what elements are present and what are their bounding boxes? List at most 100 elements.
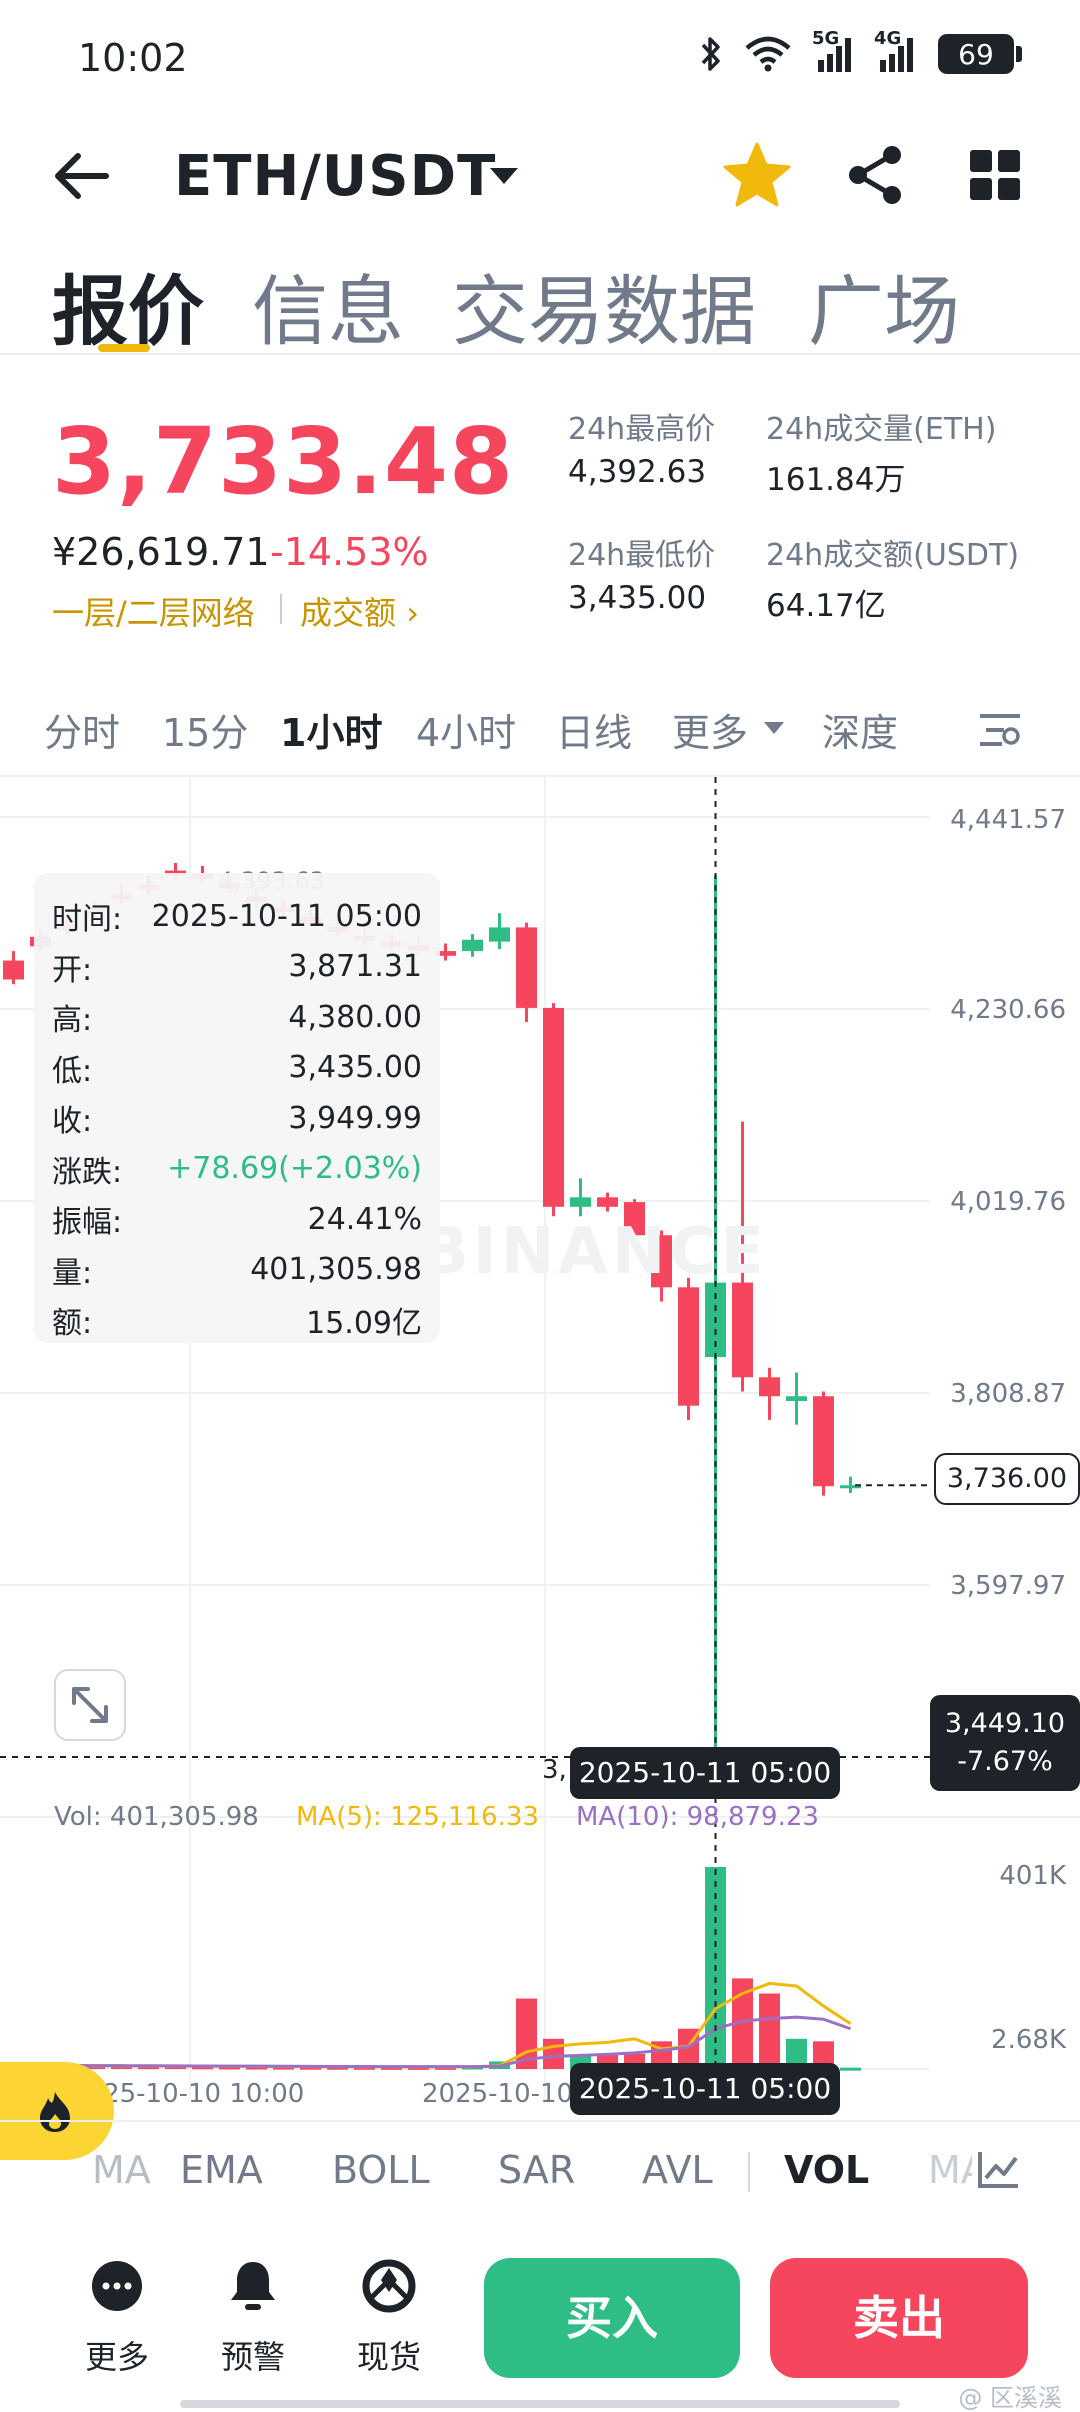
- indicator-sar[interactable]: SAR: [498, 2148, 575, 2192]
- star-icon[interactable]: [722, 140, 792, 210]
- candle-body: [813, 1396, 834, 1487]
- interval-time-share[interactable]: 分时: [44, 702, 120, 757]
- tab-underline: [98, 344, 150, 352]
- candle-body: [759, 1377, 780, 1397]
- vol-eth-value: 161.84万: [766, 462, 906, 498]
- wifi-icon: [744, 36, 792, 72]
- info-row-high: 高: 4,380.00: [52, 999, 422, 1039]
- price-block: 3,733.48 ¥26,619.71 -14.53% 一层/二层网络 成交额 …: [0, 360, 1080, 660]
- price-axis-label: 4,019.76: [950, 1187, 1066, 1217]
- change-percent: -14.53%: [270, 530, 429, 574]
- candle-body: [489, 927, 510, 942]
- candle-body: [732, 1282, 753, 1378]
- price-axis-label: 3,808.87: [950, 1379, 1066, 1409]
- tab-info[interactable]: 信息: [252, 250, 404, 360]
- candle-body: [678, 1287, 699, 1406]
- price-axis-label: 4,230.66: [950, 995, 1066, 1025]
- buy-button[interactable]: 买入: [484, 2258, 740, 2378]
- crosshair-price-tag: 3,449.10 -7.67%: [930, 1695, 1080, 1791]
- chevron-down-icon[interactable]: [490, 168, 518, 184]
- alert-button[interactable]: 预警: [208, 2258, 298, 2378]
- price-axis-label: 4,441.57: [950, 805, 1066, 835]
- header: ETH/USDT: [0, 110, 1080, 240]
- grid-icon[interactable]: [970, 150, 1020, 200]
- chevron-down-icon: [764, 722, 784, 734]
- interval-4h[interactable]: 4小时: [416, 702, 516, 757]
- signal-4g-icon: 4G: [874, 28, 916, 74]
- candle-body: [462, 939, 483, 952]
- low-value: 3,435.00: [568, 580, 707, 616]
- signal-5g-icon: 5G: [812, 28, 854, 74]
- indicator-ema[interactable]: EMA: [180, 2148, 263, 2192]
- divider: [748, 2152, 750, 2192]
- candle-body: [543, 1007, 564, 1207]
- pair-title[interactable]: ETH/USDT: [174, 144, 496, 209]
- watermark: BINANCE: [420, 1215, 768, 1289]
- info-row-amount: 额: 15.09亿: [52, 1306, 422, 1342]
- info-row-change: 涨跌: +78.69(+2.03%): [52, 1151, 422, 1190]
- chevron-right-icon: ›: [406, 594, 419, 632]
- expand-icon[interactable]: [54, 1669, 126, 1741]
- indicator-avl[interactable]: AVL: [642, 2148, 713, 2192]
- home-indicator[interactable]: [180, 2400, 900, 2408]
- back-icon[interactable]: [52, 148, 112, 204]
- price-axis-label: 3,597.97: [950, 1571, 1066, 1601]
- indicator-vol[interactable]: VOL: [784, 2148, 869, 2192]
- interval-daily[interactable]: 日线: [556, 702, 632, 757]
- main-tabs: 报价 信息 交易数据 广场: [0, 240, 1080, 356]
- interval-bar: 分时 15分 1小时 4小时 日线 更多 深度: [0, 690, 1080, 770]
- status-icons: 5G 4G 69: [700, 28, 1022, 74]
- interval-1h[interactable]: 1小时: [280, 702, 382, 757]
- bluetooth-icon: [700, 34, 722, 74]
- status-bar: 10:02 5G 4G 69: [0, 0, 1080, 110]
- info-row-close: 收: 3,949.99: [52, 1100, 422, 1140]
- tab-square[interactable]: 广场: [808, 250, 960, 360]
- candle-body: [786, 1396, 807, 1401]
- info-row-low: 低: 3,435.00: [52, 1050, 422, 1089]
- network-link[interactable]: 一层/二层网络: [52, 588, 255, 634]
- indicator-settings-icon[interactable]: [976, 2150, 1020, 2190]
- indicator-macd[interactable]: MACD: [928, 2148, 972, 2192]
- volume-bar: [543, 2038, 564, 2069]
- tab-trading-data[interactable]: 交易数据: [452, 250, 756, 360]
- last-price: 3,733.48: [52, 408, 514, 515]
- candle-body: [3, 960, 24, 980]
- vol-legend: Vol: 401,305.98: [54, 1802, 259, 1832]
- interval-15m[interactable]: 15分: [162, 702, 248, 757]
- divider: [280, 594, 282, 624]
- candle-body: [516, 927, 537, 1008]
- chart-settings-icon[interactable]: [978, 710, 1022, 750]
- bottom-bar: 更多 预警 现货 买入 卖出 @ 区溪溪: [0, 2240, 1080, 2412]
- info-row-volume: 量: 401,305.98: [52, 1252, 422, 1291]
- vol-usdt-value: 64.17亿: [766, 588, 886, 624]
- info-row-time: 时间: 2025-10-11 05:00: [52, 898, 422, 938]
- info-row-open: 开: 3,871.31: [52, 949, 422, 988]
- time-axis-label: 2025-10-10: [422, 2079, 574, 2109]
- indicator-ma[interactable]: MA: [92, 2148, 151, 2192]
- kline-chart[interactable]: BINANCE 4,393.63 4,441.57 4,230.66 4,019…: [0, 775, 1080, 2120]
- vol-usdt-label: 24h成交额(USDT): [766, 538, 1020, 573]
- battery-icon: 69: [938, 34, 1022, 74]
- turnover-link[interactable]: 成交额 ›: [300, 588, 419, 634]
- interval-depth[interactable]: 深度: [822, 702, 898, 757]
- candle-body: [570, 1197, 591, 1207]
- sell-button[interactable]: 卖出: [770, 2258, 1028, 2378]
- high-label: 24h最高价: [568, 412, 716, 447]
- last-price-tag: 3,736.00: [934, 1453, 1080, 1505]
- low-label: 24h最低价: [568, 538, 716, 573]
- spot-button[interactable]: 现货: [344, 2258, 434, 2378]
- bell-icon: [225, 2258, 281, 2314]
- indicator-boll[interactable]: BOLL: [332, 2148, 430, 2192]
- volume-bar: [759, 1993, 780, 2069]
- more-button[interactable]: 更多: [72, 2258, 162, 2378]
- vol-eth-label: 24h成交量(ETH): [766, 412, 997, 447]
- status-time: 10:02: [78, 36, 188, 80]
- spot-icon: [361, 2258, 417, 2314]
- candle-body: [597, 1197, 618, 1207]
- ohlc-info-panel: 时间: 2025-10-11 05:00 开: 3,871.31 高: 4,380.0…: [34, 873, 440, 1343]
- ma5-legend: MA(5): 125,116.33: [296, 1802, 539, 1832]
- share-icon[interactable]: [846, 144, 904, 206]
- interval-more[interactable]: 更多: [672, 702, 748, 757]
- vol-axis-label: 401K: [999, 1861, 1066, 1891]
- volume-bar: [840, 2067, 861, 2071]
